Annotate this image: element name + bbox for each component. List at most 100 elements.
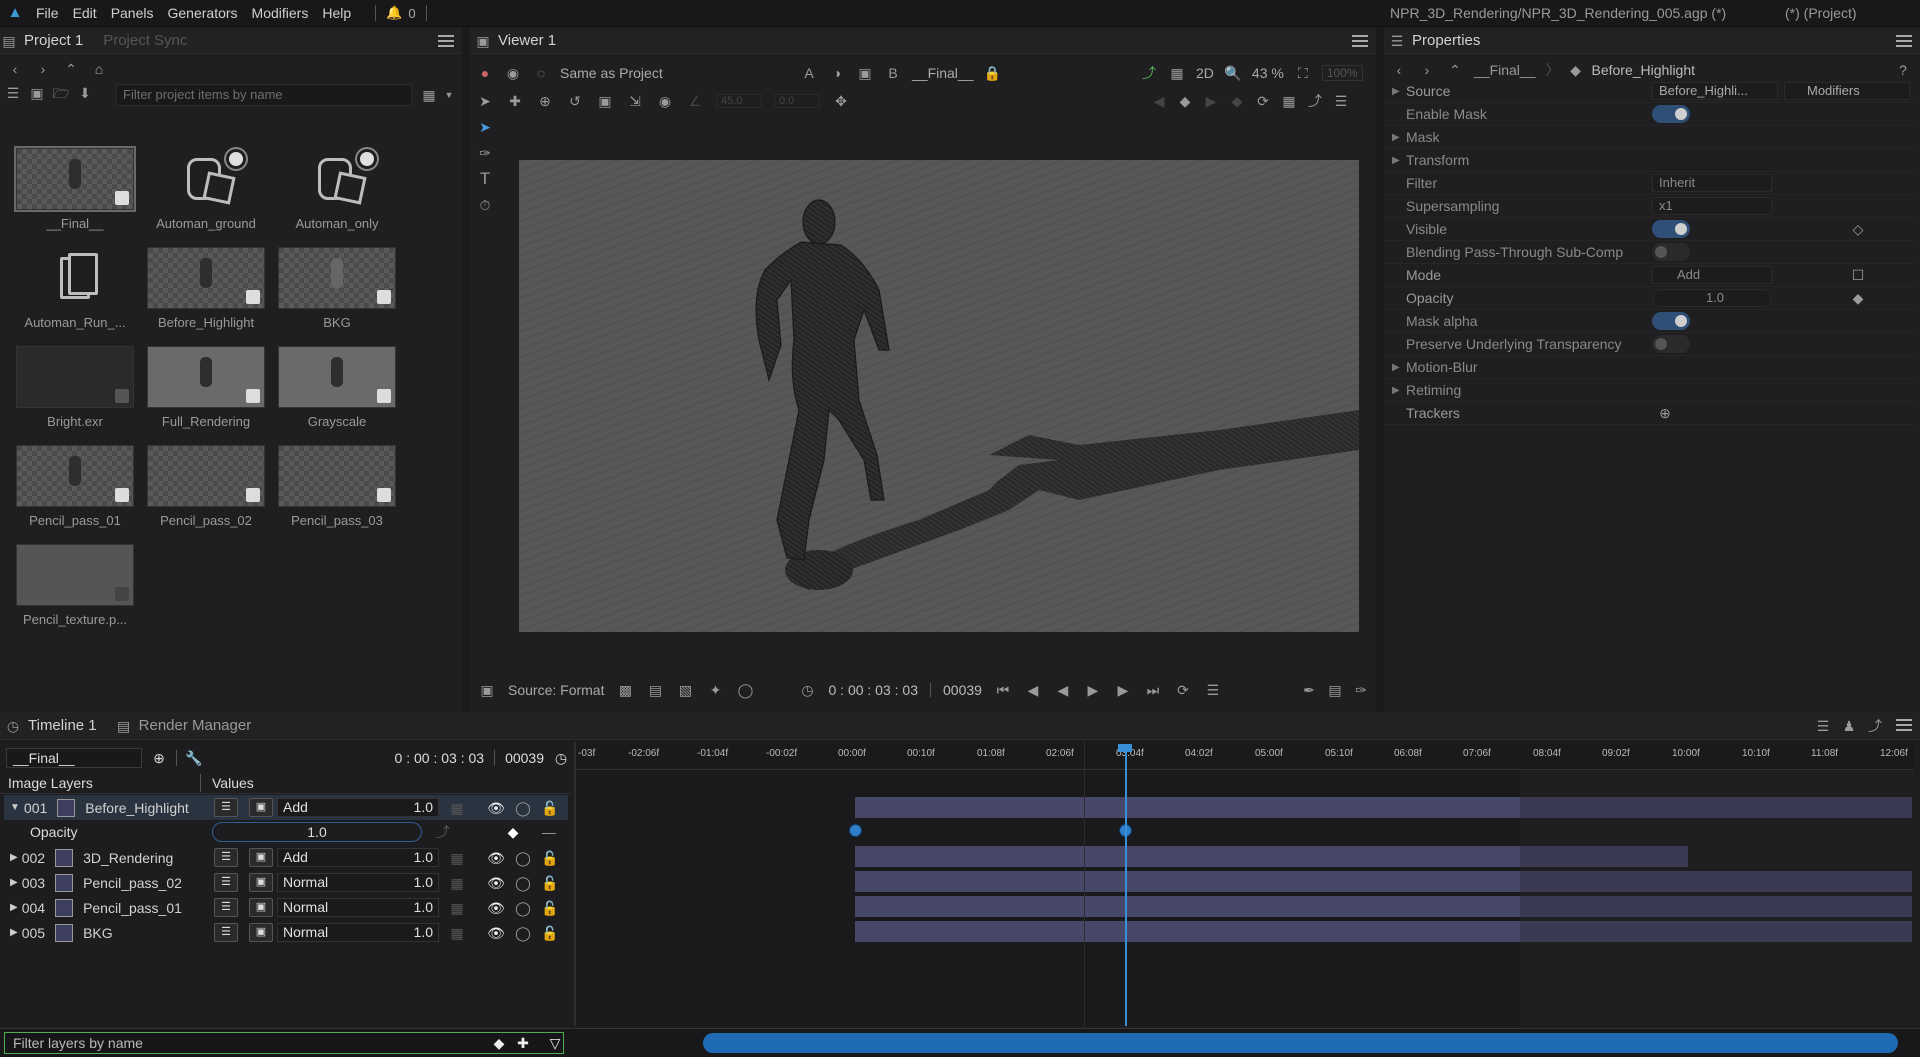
- skew-icon[interactable]: ◉: [656, 92, 674, 110]
- expand-icon[interactable]: ▶: [1392, 86, 1400, 97]
- layer-name[interactable]: Pencil_pass_02: [83, 875, 182, 891]
- up-icon[interactable]: ⌃: [1446, 61, 1464, 79]
- forward-icon[interactable]: ›: [34, 60, 52, 78]
- tab-render-manager[interactable]: Render Manager: [139, 717, 252, 734]
- color-mode-select[interactable]: Same as Project: [560, 65, 663, 81]
- project-item[interactable]: Automan_only: [278, 148, 396, 234]
- chevron-down-icon[interactable]: ▼: [440, 86, 458, 104]
- move-icon[interactable]: ✚: [506, 92, 524, 110]
- blend-mode-field[interactable]: Normal 1.0: [277, 923, 439, 942]
- viewer-frame[interactable]: 00039: [943, 682, 982, 698]
- comp-layer-icon[interactable]: ☰: [214, 873, 238, 892]
- layer-name[interactable]: Before_Highlight: [85, 800, 189, 816]
- home-icon[interactable]: ⌂: [90, 60, 108, 78]
- layer-color-swatch[interactable]: [55, 898, 74, 917]
- bell-icon[interactable]: 🔔: [386, 5, 402, 21]
- blend-icon[interactable]: ▣: [249, 798, 273, 817]
- select-arrow-icon[interactable]: ➤: [476, 92, 494, 110]
- opacity-value-field[interactable]: 1.0: [212, 822, 422, 842]
- project-item[interactable]: Pencil_pass_01: [16, 445, 134, 531]
- rotate-icon[interactable]: ↺: [566, 92, 584, 110]
- project-item[interactable]: Grayscale: [278, 346, 396, 432]
- menu-modifiers[interactable]: Modifiers: [252, 5, 309, 21]
- project-item[interactable]: Pencil_texture.p...: [16, 544, 134, 630]
- breadcrumb-comp[interactable]: __Final__: [1474, 62, 1536, 78]
- pen-icon[interactable]: ✑: [476, 144, 494, 162]
- source-select[interactable]: Before_Highli...: [1652, 82, 1778, 100]
- tab-properties[interactable]: Properties: [1412, 32, 1480, 49]
- panel-menu-icon[interactable]: [1896, 35, 1912, 47]
- keyframe-icon[interactable]: ◆: [1849, 289, 1867, 307]
- comp-layer-icon[interactable]: ☰: [214, 898, 238, 917]
- mode-select[interactable]: Add: [1652, 266, 1772, 284]
- project-item[interactable]: Full_Rendering: [147, 346, 265, 432]
- project-item[interactable]: Automan_ground: [147, 148, 265, 234]
- color-channels-icon[interactable]: ●: [476, 64, 494, 82]
- wrench-icon[interactable]: 🔧: [185, 749, 203, 767]
- layer-clip-extension[interactable]: [1520, 871, 1912, 892]
- eye-icon[interactable]: 👁: [487, 924, 505, 942]
- eye-icon[interactable]: 👁: [487, 899, 505, 917]
- lock-icon[interactable]: 🔒: [984, 64, 1002, 82]
- solo-icon[interactable]: ◯: [514, 849, 532, 867]
- blend-icon[interactable]: ▣: [249, 923, 273, 942]
- comp-layer-icon[interactable]: ☰: [214, 848, 238, 867]
- motion-path-icon[interactable]: ▦: [448, 849, 466, 867]
- stamp-icon[interactable]: ⏱: [476, 196, 494, 214]
- expand-icon[interactable]: ▶: [10, 877, 18, 888]
- keyframe-add-icon[interactable]: ◆: [504, 823, 522, 841]
- b-icon[interactable]: B: [884, 64, 902, 82]
- eye-icon[interactable]: 👁: [487, 874, 505, 892]
- motion-path-icon[interactable]: ▦: [448, 874, 466, 892]
- project-label[interactable]: (*) (Project): [1785, 5, 1857, 21]
- next-key-icon[interactable]: ▶: [1202, 92, 1220, 110]
- menu-help[interactable]: Help: [322, 5, 351, 21]
- split-icon[interactable]: ▣: [856, 64, 874, 82]
- step-forward-icon[interactable]: ▶: [1114, 681, 1132, 699]
- blending-toggle[interactable]: [1652, 243, 1690, 261]
- project-filter-input[interactable]: Filter project items by name: [116, 84, 412, 106]
- collapse-icon[interactable]: ▼: [10, 802, 20, 813]
- minus-icon[interactable]: —: [540, 823, 558, 841]
- motion-path-icon[interactable]: ▦: [448, 899, 466, 917]
- import-icon[interactable]: ⬇: [76, 84, 94, 102]
- timeline-comp-select[interactable]: __Final__: [6, 748, 142, 768]
- back-icon[interactable]: ‹: [1390, 61, 1408, 79]
- project-item[interactable]: Automan_Run_...: [16, 247, 134, 333]
- menu-edit[interactable]: Edit: [73, 5, 97, 21]
- layer-clip[interactable]: [855, 846, 1520, 867]
- text-tool-icon[interactable]: T: [476, 170, 494, 188]
- layer-name[interactable]: 3D_Rendering: [83, 850, 173, 866]
- add-layer-icon[interactable]: ⊕: [150, 749, 168, 767]
- layer-name[interactable]: BKG: [83, 925, 113, 941]
- expand-icon[interactable]: ▶: [10, 927, 18, 938]
- angle-field[interactable]: 45.0: [716, 94, 762, 108]
- timeline-frame[interactable]: 00039: [505, 750, 544, 766]
- timeline-timecode[interactable]: 0 : 00 : 03 : 03: [395, 750, 485, 766]
- offset-field[interactable]: 0.0: [774, 94, 820, 108]
- viewer-canvas[interactable]: [519, 160, 1359, 632]
- layer-clip-extension[interactable]: [1520, 896, 1912, 917]
- project-item[interactable]: __Final__: [14, 146, 136, 234]
- layer-name[interactable]: Pencil_pass_01: [83, 900, 182, 916]
- safe-area-icon[interactable]: ▤: [646, 681, 664, 699]
- preserve-toggle[interactable]: [1652, 335, 1690, 353]
- source-format[interactable]: Source: Format: [508, 682, 604, 698]
- panel-menu-icon[interactable]: [1896, 719, 1912, 731]
- expand-icon[interactable]: ▶: [1392, 362, 1400, 373]
- project-item[interactable]: Bright.exr: [16, 346, 134, 432]
- filter-select[interactable]: Inherit: [1652, 174, 1772, 192]
- lock-icon[interactable]: 🔓: [541, 799, 559, 817]
- tab-viewer[interactable]: Viewer 1: [498, 32, 556, 49]
- blend-icon[interactable]: ▣: [249, 898, 273, 917]
- enable-mask-toggle[interactable]: [1652, 105, 1690, 123]
- clock-icon[interactable]: ◷: [552, 749, 570, 767]
- angle-icon[interactable]: ∠: [686, 92, 704, 110]
- pointer-icon[interactable]: ➤: [476, 118, 494, 136]
- layer-color-swatch[interactable]: [55, 848, 74, 867]
- histogram-icon[interactable]: ▦: [1280, 92, 1298, 110]
- layer-clip-extension[interactable]: [1520, 846, 1688, 867]
- view-mode[interactable]: 2D: [1196, 65, 1214, 81]
- blend-icon[interactable]: ▣: [249, 873, 273, 892]
- keyframe-icon[interactable]: ◆: [1176, 92, 1194, 110]
